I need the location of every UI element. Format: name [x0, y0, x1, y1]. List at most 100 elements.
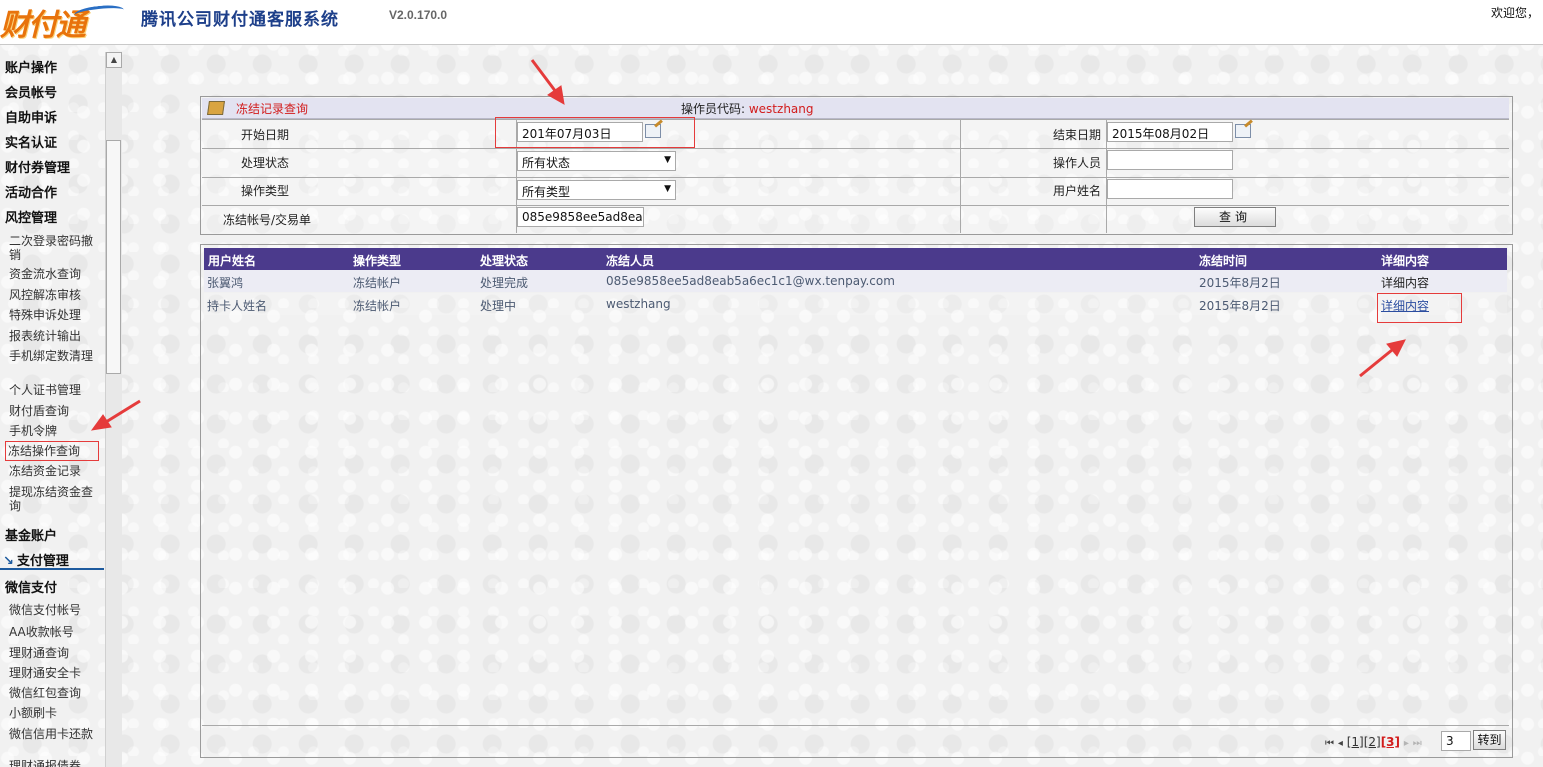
row-divider	[202, 177, 1509, 178]
operator-person-input[interactable]	[1107, 150, 1233, 170]
results-grid: 用户姓名 操作类型 处理状态 冻结人员 冻结时间 详细内容 张翼鸿 冻结帐户 处…	[200, 244, 1513, 758]
sidebar-item-licaitong-card[interactable]: 理财通安全卡	[9, 666, 97, 680]
sidebar-item-special-appeal[interactable]: 特殊申诉处理	[9, 308, 97, 322]
sidebar-item-report[interactable]: 报表统计输出	[9, 329, 97, 343]
calendar-icon[interactable]	[1235, 124, 1251, 138]
row-divider	[202, 205, 1509, 206]
status-select[interactable]: 所有状态 ▼	[517, 151, 676, 171]
nav-group-fund-account[interactable]: 基金账户	[5, 525, 57, 544]
sidebar-item-small-swipe[interactable]: 小额刷卡	[9, 706, 97, 720]
account-input[interactable]: 085e9858ee5ad8eab5	[517, 207, 644, 227]
operator-person-label: 操作人员	[1053, 156, 1102, 170]
nav-group-self-appeal[interactable]: 自助申诉	[5, 107, 57, 126]
table-row: 张翼鸿 冻结帐户 处理完成 085e9858ee5ad8eab5a6ec1c1@…	[204, 270, 1507, 292]
user-name-label: 用户姓名	[1053, 184, 1102, 198]
sidebar-scrollbar[interactable]: ▲	[105, 52, 122, 767]
sidebar-item-freeze-query[interactable]: 冻结操作查询	[5, 441, 99, 461]
grid-header: 用户姓名 操作类型 处理状态 冻结人员 冻结时间 详细内容	[204, 248, 1507, 270]
sidebar-item-red-packet[interactable]: 微信红包查询	[9, 686, 97, 700]
detail-link[interactable]: 详细内容	[1381, 274, 1429, 291]
page-link-1[interactable]: [1]	[1347, 735, 1364, 749]
sidebar-item-frozen-funds[interactable]: 冻结资金记录	[9, 464, 97, 478]
status-label: 处理状态	[241, 156, 290, 170]
sidebar-item-phone-token[interactable]: 手机令牌	[9, 424, 97, 438]
panel-title-bar: 冻结记录查询 操作员代码: westzhang	[202, 98, 1509, 119]
scroll-up-arrow-icon[interactable]: ▲	[106, 52, 122, 68]
cell-time: 2015年8月2日	[1199, 299, 1281, 313]
sidebar-item-credit-repay[interactable]: 微信信用卡还款	[9, 727, 97, 741]
goto-page-input[interactable]: 3	[1441, 731, 1471, 751]
row-divider	[202, 119, 1509, 120]
sidebar-item-aa-account[interactable]: AA收款帐号	[9, 625, 97, 639]
nav-group-member-account[interactable]: 会员帐号	[5, 82, 57, 101]
status-select-value: 所有状态	[522, 156, 571, 170]
cell-time: 2015年8月2日	[1199, 276, 1281, 290]
page-link-2[interactable]: [2]	[1364, 735, 1381, 749]
section-payment-mgmt[interactable]: ↘ 支付管理	[0, 550, 104, 570]
operator-code: 操作员代码: westzhang	[681, 100, 814, 117]
footer-divider	[202, 725, 1509, 726]
cell-person: 085e9858ee5ad8eab5a6ec1c1@wx.tenpay.com	[606, 274, 895, 288]
sidebar-item-phone-bind[interactable]: 手机绑定数清理	[9, 349, 97, 363]
system-title: 腾讯公司财付通客服系统	[141, 10, 339, 30]
welcome-text: 欢迎您，	[1490, 6, 1539, 20]
section-arrow-icon: ↘	[3, 554, 14, 569]
query-button[interactable]: 查询	[1194, 207, 1276, 227]
scroll-thumb[interactable]	[106, 140, 121, 374]
panel-title: 冻结记录查询	[236, 102, 309, 116]
op-type-label: 操作类型	[241, 184, 290, 198]
sidebar-item-cert[interactable]: 个人证书管理	[9, 383, 97, 397]
row-divider	[202, 148, 1509, 149]
sidebar-item-second-password[interactable]: 二次登录密码撤销	[9, 234, 97, 262]
nav-group-risk[interactable]: 风控管理	[5, 207, 57, 226]
col-header-detail: 详细内容	[1381, 254, 1430, 268]
col-header-status: 处理状态	[480, 254, 529, 268]
sidebar-item-withdraw-frozen[interactable]: 提现冻结资金查询	[9, 485, 97, 513]
tenpay-logo: 财付通	[0, 0, 125, 44]
operator-code-value: westzhang	[748, 102, 814, 116]
col-header-person: 冻结人员	[606, 254, 655, 268]
nav-group-coupon[interactable]: 财付券管理	[5, 157, 70, 176]
logo-text: 财付通	[0, 8, 86, 43]
pager: ⏮ ◂ [1][2][3] ▸ ⏭	[1325, 735, 1422, 749]
prev-page-icon[interactable]: ◂	[1338, 738, 1343, 749]
cell-status: 处理完成	[480, 276, 529, 290]
app-header: 财付通 腾讯公司财付通客服系统 V2.0.170.0 欢迎您，	[0, 0, 1543, 45]
chevron-down-icon: ▼	[664, 155, 671, 165]
end-date-input[interactable]: 2015年08月02日	[1107, 122, 1233, 142]
last-page-icon[interactable]: ⏭	[1413, 738, 1422, 749]
end-date-label: 结束日期	[1053, 128, 1102, 142]
detail-link-highlight	[1377, 293, 1462, 323]
sidebar-item-licaitong-bond[interactable]: 理财通报债券	[9, 759, 97, 767]
col-header-user: 用户姓名	[208, 254, 257, 268]
nav-group-account-ops[interactable]: 账户操作	[5, 57, 57, 76]
operator-code-label: 操作员代码:	[681, 102, 749, 116]
col-header-time: 冻结时间	[1199, 254, 1248, 268]
user-name-input[interactable]	[1107, 179, 1233, 199]
page-link-3[interactable]: [3]	[1381, 735, 1400, 749]
cell-person: westzhang	[606, 297, 671, 311]
freeze-query-panel: 冻结记录查询 操作员代码: westzhang 开始日期 201年07月03日 …	[200, 96, 1513, 235]
op-type-select-value: 所有类型	[522, 185, 571, 199]
col-divider	[960, 119, 961, 233]
first-page-icon[interactable]: ⏮	[1325, 738, 1334, 749]
table-row: 持卡人姓名 冻结帐户 处理中 westzhang 2015年8月2日 详细内容	[204, 293, 1507, 315]
sidebar-item-risk-unfreeze[interactable]: 风控解冻审核	[9, 288, 97, 302]
box-icon	[207, 101, 225, 115]
sidebar-item-licaitong-query[interactable]: 理财通查询	[9, 646, 97, 660]
op-type-select[interactable]: 所有类型 ▼	[517, 180, 676, 200]
sidebar-item-fund-flow[interactable]: 资金流水查询	[9, 267, 97, 281]
nav-group-activity[interactable]: 活动合作	[5, 182, 57, 201]
start-date-label: 开始日期	[241, 128, 290, 142]
account-label: 冻结帐号/交易单	[223, 213, 312, 227]
section-payment-label: 支付管理	[16, 554, 69, 569]
cell-type: 冻结帐户	[353, 276, 402, 290]
sidebar-item-tenpay-shield[interactable]: 财付盾查询	[9, 404, 97, 418]
next-page-icon[interactable]: ▸	[1404, 738, 1409, 749]
cell-type: 冻结帐户	[353, 299, 402, 313]
nav-group-real-name[interactable]: 实名认证	[5, 132, 57, 151]
cell-status: 处理中	[480, 299, 517, 313]
goto-button[interactable]: 转到	[1473, 730, 1506, 750]
sidebar-item-wechat-account[interactable]: 微信支付帐号	[9, 603, 97, 617]
nav-group-wechat-pay[interactable]: 微信支付	[5, 577, 57, 596]
